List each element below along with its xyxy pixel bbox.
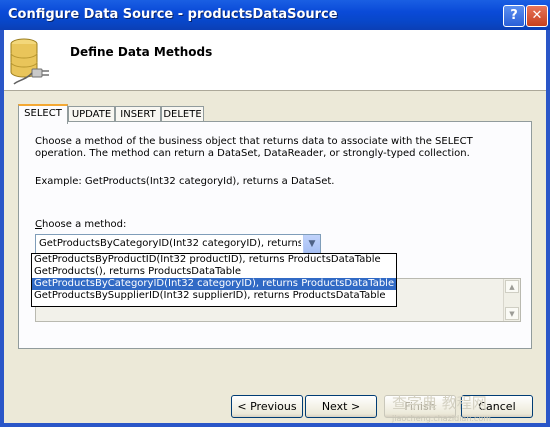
choose-method-label: Choose a method: [35,219,126,230]
method-select[interactable]: GetProductsByCategoryID(Int32 categoryID… [35,234,321,254]
dialog-window: Configure Data Source - productsDataSour… [0,0,550,427]
database-plug-icon [10,38,49,85]
tab-insert[interactable]: INSERT [115,106,161,122]
next-button[interactable]: Next > [305,395,377,418]
vertical-scrollbar[interactable]: ▲ ▼ [503,279,520,321]
tab-update[interactable]: UPDATE [68,106,115,122]
previous-button[interactable]: < Previous [231,395,303,418]
chevron-down-icon[interactable]: ▼ [303,235,320,253]
scroll-up-icon[interactable]: ▲ [505,280,519,293]
method-option[interactable]: GetProductsByProductID(Int32 productID),… [32,254,396,266]
tab-delete[interactable]: DELETE [161,106,204,122]
close-button[interactable]: ✕ [526,5,548,27]
page-title: Define Data Methods [70,45,213,59]
help-button[interactable]: ? [503,5,525,27]
method-dropdown-list: GetProductsByProductID(Int32 productID),… [31,253,397,307]
watermark-url: jiaocheng.chazidian.com [392,414,492,423]
tab-select[interactable]: SELECT [18,104,68,124]
choose-method-label-rest: hoose a method: [41,219,127,230]
method-select-value: GetProductsByCategoryID(Int32 categoryID… [39,238,301,249]
method-option-selected[interactable]: GetProductsByCategoryID(Int32 categoryID… [32,278,396,290]
method-option[interactable]: GetProductsBySupplierID(Int32 supplierID… [32,290,396,302]
wizard-header: Define Data Methods [4,30,546,91]
method-option[interactable]: GetProducts(), returns ProductsDataTable [32,266,396,278]
dialog-body: Define Data Methods SELECT UPDATE INSERT… [4,30,546,423]
scroll-down-icon[interactable]: ▼ [505,307,519,320]
select-description: Choose a method of the business object t… [35,136,473,159]
example-text: Example: GetProducts(Int32 categoryId), … [35,176,335,187]
title-bar[interactable]: Configure Data Source - productsDataSour… [0,0,550,30]
accesskey-letter: C [35,219,42,230]
select-tab-panel: Choose a method of the business object t… [18,121,532,349]
window-title: Configure Data Source - productsDataSour… [8,7,338,22]
